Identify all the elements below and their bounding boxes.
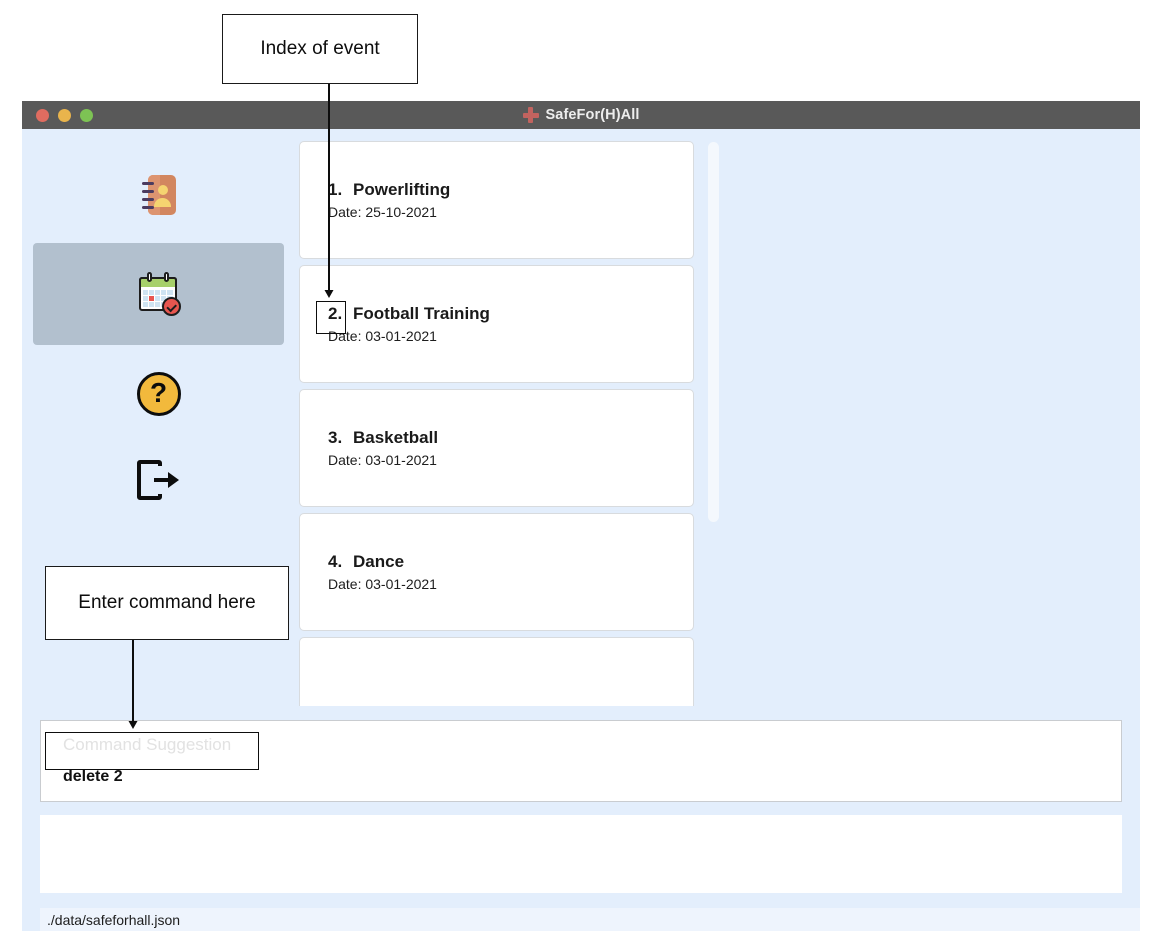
vertical-scrollbar[interactable] bbox=[708, 142, 719, 702]
event-card[interactable]: 1. Powerlifting Date: 25-10-2021 bbox=[299, 141, 694, 259]
event-title: Powerlifting bbox=[353, 180, 451, 199]
list-item[interactable]: 3. Basketball Date: 03-01-2021 bbox=[299, 386, 697, 510]
annotation-highlight-command-input bbox=[45, 732, 259, 770]
event-list[interactable]: 1. Powerlifting Date: 25-10-2021 2. Foot… bbox=[299, 138, 697, 706]
event-title: Basketball bbox=[353, 428, 439, 447]
event-title-row: 3. Basketball bbox=[328, 428, 693, 448]
event-index: 3. bbox=[328, 428, 343, 447]
annotation-highlight-event-index bbox=[316, 301, 346, 334]
event-date: Date: 25-10-2021 bbox=[328, 204, 437, 220]
title-bar: SafeFor(H)All bbox=[22, 101, 1140, 129]
event-index: 1. bbox=[328, 180, 343, 199]
event-date: Date: 03-01-2021 bbox=[328, 452, 437, 468]
app-window: SafeFor(H)All ? 1. Powerlifting Date: 25… bbox=[22, 101, 1140, 931]
event-index: 4. bbox=[328, 552, 343, 571]
result-display-box bbox=[40, 815, 1122, 893]
close-button[interactable] bbox=[36, 108, 49, 122]
list-item[interactable]: 2. Football Training Date: 03-01-2021 bbox=[299, 262, 697, 386]
sidebar-item-help[interactable]: ? bbox=[33, 357, 284, 431]
status-bar: ./data/safeforhall.json bbox=[40, 908, 1140, 931]
event-list-panel: 1. Powerlifting Date: 25-10-2021 2. Foot… bbox=[299, 138, 723, 706]
calendar-check-icon bbox=[136, 271, 182, 317]
sidebar-item-contacts[interactable] bbox=[33, 157, 284, 233]
event-card[interactable] bbox=[299, 637, 694, 706]
logout-arrow-icon bbox=[136, 460, 181, 500]
app-title: SafeFor(H)All bbox=[545, 107, 640, 123]
event-title: Dance bbox=[353, 552, 405, 571]
sidebar-item-events[interactable] bbox=[33, 243, 284, 345]
window-controls[interactable] bbox=[36, 108, 93, 122]
minimize-button[interactable] bbox=[58, 108, 71, 122]
event-title-row: 1. Powerlifting bbox=[328, 180, 693, 200]
question-mark-icon: ? bbox=[136, 372, 181, 416]
event-title: Football Training bbox=[353, 304, 490, 323]
event-title-row: 2. Football Training bbox=[328, 304, 693, 324]
title-bar-center: SafeFor(H)All bbox=[22, 101, 1140, 129]
event-card[interactable]: 2. Football Training Date: 03-01-2021 bbox=[299, 265, 694, 383]
list-item[interactable]: 4. Dance Date: 03-01-2021 bbox=[299, 510, 697, 634]
sidebar-item-logout[interactable] bbox=[33, 441, 284, 519]
event-date: Date: 03-01-2021 bbox=[328, 328, 437, 344]
plus-cross-icon bbox=[522, 107, 539, 123]
command-input[interactable] bbox=[63, 768, 463, 786]
scrollbar-thumb[interactable] bbox=[708, 142, 719, 522]
callout-index-of-event: Index of event bbox=[222, 14, 418, 84]
event-card[interactable]: 4. Dance Date: 03-01-2021 bbox=[299, 513, 694, 631]
list-item[interactable] bbox=[299, 634, 697, 706]
status-file-path: ./data/safeforhall.json bbox=[47, 911, 181, 928]
contact-book-icon bbox=[141, 175, 176, 215]
callout-enter-command-here: Enter command here bbox=[45, 566, 289, 640]
event-title-row: 4. Dance bbox=[328, 552, 693, 572]
window-body: ? 1. Powerlifting Date: 25-10-2021 2. Fo… bbox=[22, 129, 1140, 931]
maximize-button[interactable] bbox=[80, 108, 93, 122]
list-item[interactable]: 1. Powerlifting Date: 25-10-2021 bbox=[299, 138, 697, 262]
event-date: Date: 03-01-2021 bbox=[328, 576, 437, 592]
event-card[interactable]: 3. Basketball Date: 03-01-2021 bbox=[299, 389, 694, 507]
